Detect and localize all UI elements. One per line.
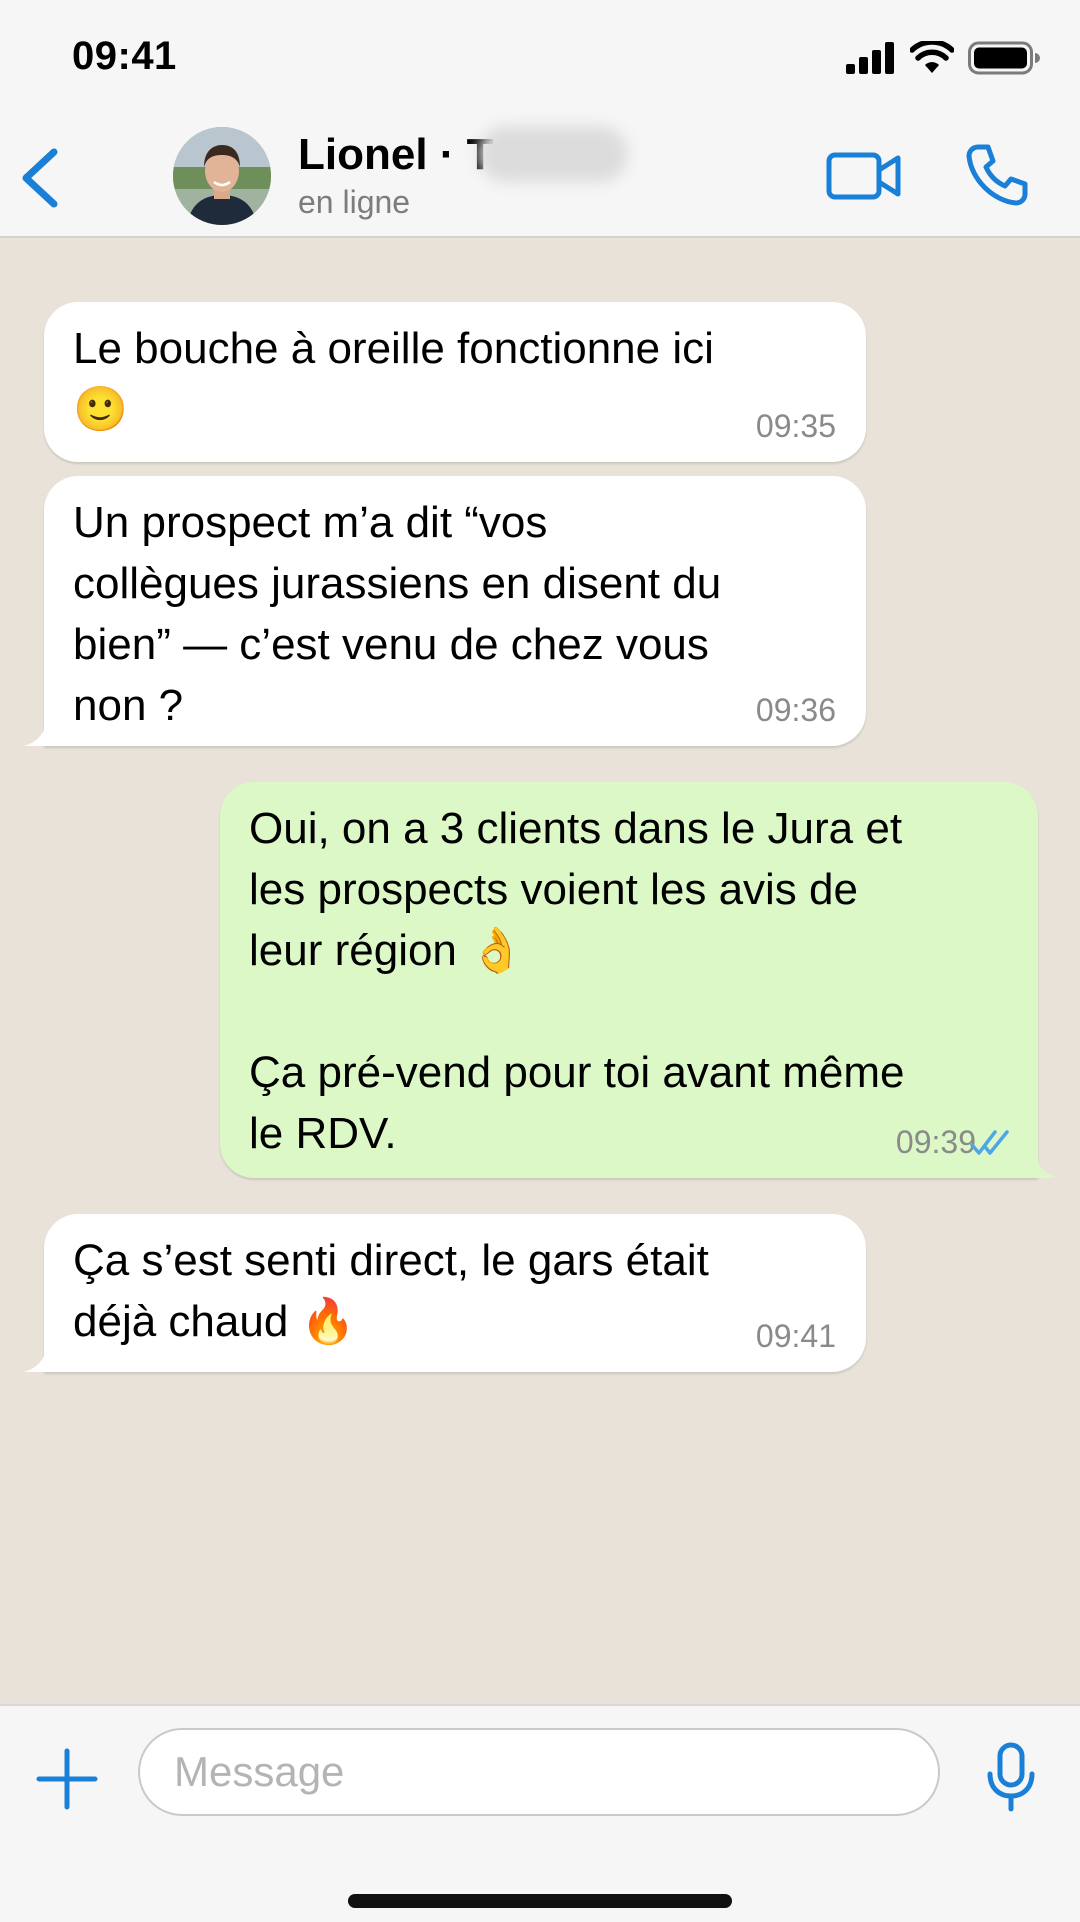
message-text: Oui, on a 3 clients dans le Jura et les … <box>249 804 905 1158</box>
battery-icon <box>968 41 1040 75</box>
microphone-icon[interactable] <box>986 1742 1036 1812</box>
input-bar <box>0 1704 1080 1922</box>
message-text: Ça s’est senti direct, le gars était déj… <box>73 1236 709 1346</box>
message-time: 09:35 <box>755 408 836 444</box>
message-input[interactable] <box>138 1728 940 1816</box>
home-indicator[interactable] <box>348 1894 732 1908</box>
message-bubble-outgoing[interactable]: Oui, on a 3 clients dans le Jura et les … <box>220 782 1058 1178</box>
message-bubble-incoming[interactable]: Ça s’est senti direct, le gars était déj… <box>24 1214 866 1372</box>
avatar[interactable] <box>173 127 271 225</box>
message-time: 09:36 <box>755 692 836 728</box>
back-chevron-icon[interactable] <box>18 148 62 208</box>
video-camera-icon[interactable] <box>826 150 902 202</box>
read-receipt-icon <box>970 1130 1009 1155</box>
plus-icon[interactable] <box>36 1748 98 1810</box>
cellular-signal-icon <box>846 42 894 74</box>
message-bubble-incoming[interactable]: Un prospect m’a dit “vos collègues juras… <box>24 476 866 746</box>
bubble-tail <box>24 1342 64 1372</box>
message-text: Un prospect m’a dit “vos collègues juras… <box>73 498 722 730</box>
message-bubble-incoming[interactable]: Le bouche à oreille fonctionne ici 🙂 09:… <box>44 302 866 462</box>
contact-status: en ligne <box>298 184 411 220</box>
status-time: 09:41 <box>72 34 177 78</box>
chat-header: Lionel · T en ligne <box>0 112 1080 238</box>
bubble-tail <box>24 716 64 746</box>
message-time: 09:39 <box>895 1124 976 1160</box>
contact-name[interactable]: Lionel · T <box>298 130 494 180</box>
status-icons <box>846 38 1040 78</box>
message-time: 09:41 <box>755 1318 836 1354</box>
bubble-tail <box>1018 1148 1058 1178</box>
name-redaction <box>478 126 628 182</box>
status-bar: 09:41 <box>0 0 1080 112</box>
phone-icon[interactable] <box>966 144 1028 206</box>
message-text: Le bouche à oreille fonctionne ici 🙂 <box>73 324 714 434</box>
wifi-icon <box>910 41 954 73</box>
